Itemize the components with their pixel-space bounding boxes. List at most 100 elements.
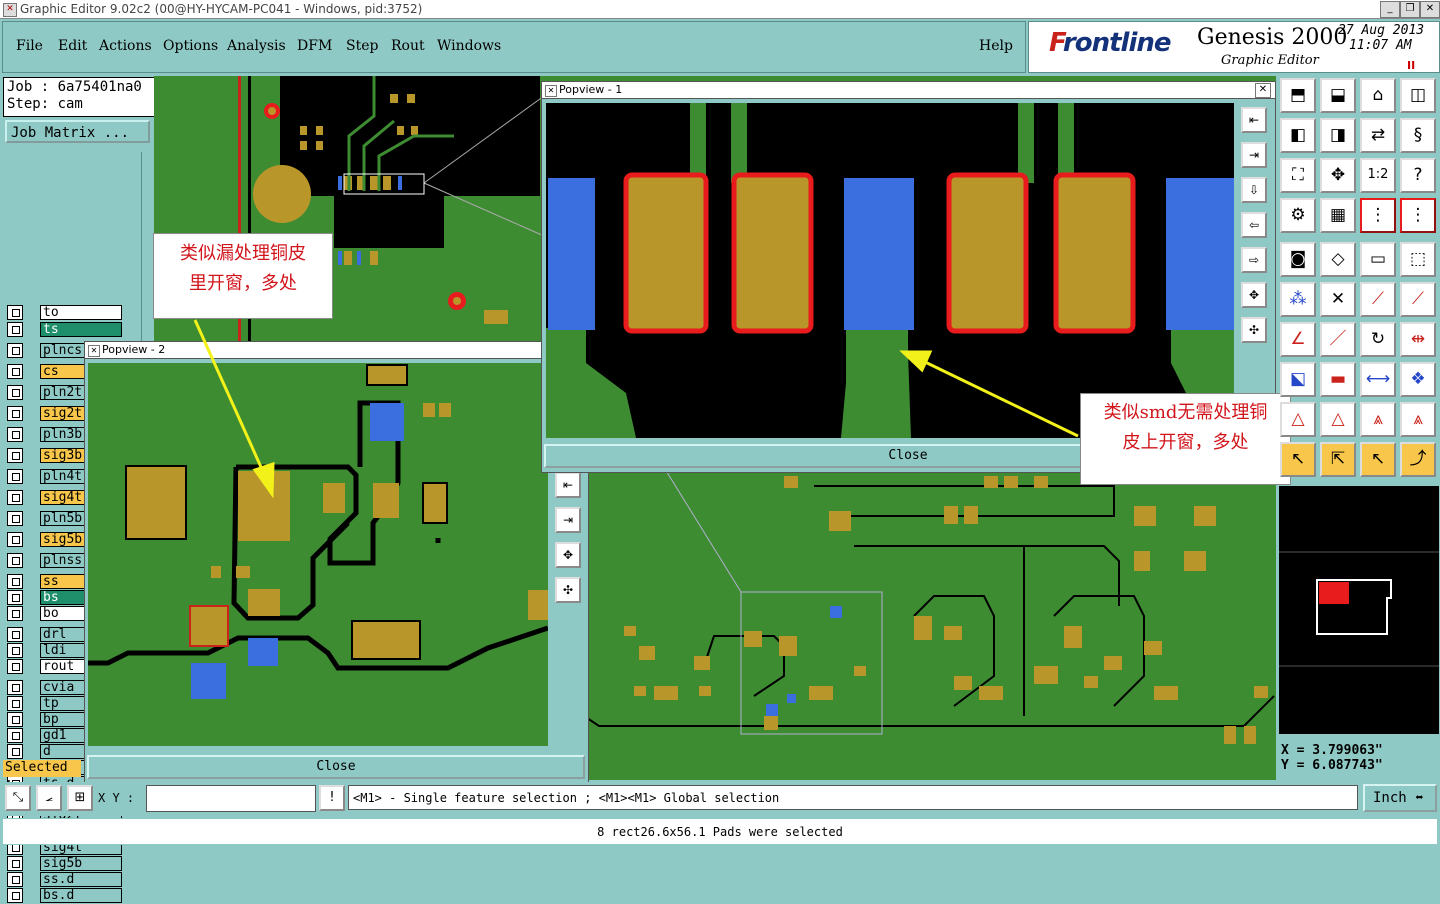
menu-windows[interactable]: Windows (437, 38, 501, 54)
layer-checkbox[interactable] (7, 659, 23, 674)
angle-tool-icon[interactable]: ⦟ (36, 785, 62, 811)
popview-zoom-out-button[interactable]: ⇥ (555, 507, 581, 533)
popview-prev-button[interactable]: ⇦ (1241, 212, 1267, 238)
menu-actions[interactable]: Actions (99, 38, 152, 54)
zoom-extents-icon[interactable]: ✥ (1320, 158, 1356, 193)
pan-right-icon[interactable]: ◨ (1320, 118, 1356, 153)
layer-checkbox[interactable] (7, 532, 23, 547)
job-matrix-button[interactable]: Job Matrix ... (5, 120, 150, 143)
ratio-icon[interactable]: 1:2 (1360, 158, 1396, 193)
layer-checkbox[interactable] (7, 744, 23, 759)
bar-icon[interactable]: ▬ (1320, 362, 1356, 397)
menu-rout[interactable]: Rout (391, 38, 425, 54)
popview-2-canvas[interactable] (88, 363, 548, 746)
layer-checkbox[interactable] (7, 305, 23, 320)
pan-left-icon[interactable]: ◧ (1280, 118, 1316, 153)
layer-checkbox[interactable] (7, 728, 23, 743)
popview-1-close-icon[interactable]: ✕ (1255, 83, 1271, 98)
layer-checkbox[interactable] (7, 511, 23, 526)
pointer-route-icon[interactable]: ⤴ (1400, 442, 1436, 477)
popview-2-close-button[interactable]: Close (87, 755, 585, 779)
snap-alt-icon[interactable]: ⋮ (1400, 198, 1436, 233)
overview-map[interactable] (1279, 486, 1439, 734)
layer-checkbox[interactable] (7, 322, 23, 337)
dotted-box-icon[interactable]: ⬚ (1400, 242, 1436, 277)
layer-checkbox[interactable] (7, 553, 23, 568)
popview-pan-button[interactable]: ✣ (555, 577, 581, 603)
measure-icon[interactable]: ⟷ (1360, 362, 1396, 397)
pointer-select-icon[interactable]: ↖ (1360, 442, 1396, 477)
layer-checkbox[interactable] (7, 364, 23, 379)
layer-checkbox[interactable] (7, 696, 23, 711)
ruler-icon[interactable]: ▭ (1360, 242, 1396, 277)
popview-pan-button[interactable]: ✣ (1241, 317, 1267, 343)
popview-next-button[interactable]: ⇨ (1241, 247, 1267, 273)
layer-checkbox[interactable] (7, 627, 23, 642)
layer-checkbox[interactable] (7, 448, 23, 463)
layer-checkbox[interactable] (7, 406, 23, 421)
layer-checkbox[interactable] (7, 469, 23, 484)
swap-icon[interactable]: ⇄ (1360, 118, 1396, 153)
layer-checkbox[interactable] (7, 606, 23, 621)
menu-edit[interactable]: Edit (58, 38, 87, 54)
layer-checkbox[interactable] (7, 385, 23, 400)
zoom-fit-icon[interactable]: ⛶ (1280, 158, 1316, 193)
layer-name[interactable]: sig5b (40, 856, 122, 871)
angle-icon[interactable]: ∠ (1280, 322, 1316, 357)
layer-checkbox[interactable] (7, 643, 23, 658)
minimize-button[interactable]: _ (1380, 1, 1400, 18)
popview-zoom-in-button[interactable]: ⇤ (555, 472, 581, 498)
split-view-icon[interactable]: ◫ (1400, 78, 1436, 113)
rotate-icon[interactable]: ↻ (1360, 322, 1396, 357)
popview-2-titlebar[interactable]: ✕ Popview - 2 (85, 342, 588, 359)
grid-toggle-icon[interactable]: ⊞ (67, 785, 93, 811)
maximize-button[interactable]: ❐ (1400, 1, 1420, 18)
zoom-window-icon[interactable]: ⤡ (5, 785, 31, 811)
snap-icon[interactable]: ⋮ (1360, 198, 1396, 233)
menu-analysis[interactable]: Analysis (227, 38, 286, 54)
popview-1-canvas[interactable] (546, 103, 1234, 438)
menu-dfm[interactable]: DFM (297, 38, 332, 54)
menu-file[interactable]: File (16, 38, 43, 54)
slash-icon[interactable]: ／ (1320, 322, 1356, 357)
popview-fit-button[interactable]: ✥ (1241, 282, 1267, 308)
line-point-icon[interactable]: ⟋ (1360, 282, 1396, 317)
triangle-c-icon[interactable]: ⩓ (1400, 402, 1436, 437)
grid-icon[interactable]: ▦ (1320, 198, 1356, 233)
menu-help[interactable]: Help (979, 38, 1013, 54)
layer-checkbox[interactable] (7, 590, 23, 605)
layer-checkbox[interactable] (7, 427, 23, 442)
xy-input[interactable] (146, 785, 316, 812)
layer-name[interactable]: ts (40, 322, 122, 337)
popview-zoom-in-button[interactable]: ⇤ (1241, 107, 1267, 133)
mirror-icon[interactable]: ⇹ (1400, 322, 1436, 357)
pointer-icon[interactable]: ↖ (1280, 442, 1316, 477)
triangle-b-icon[interactable]: ⩓ (1360, 402, 1396, 437)
unit-selector[interactable]: Inch ⬌ (1363, 784, 1437, 812)
close-button[interactable]: ✕ (1420, 1, 1440, 18)
settings-sliders-icon[interactable]: ⚙ (1280, 198, 1316, 233)
layer-checkbox[interactable] (7, 680, 23, 695)
line-point-alt-icon[interactable]: ⟋ (1400, 282, 1436, 317)
layer-checkbox[interactable] (7, 872, 23, 887)
house-icon[interactable]: ⌂ (1360, 78, 1396, 113)
layer-checkbox[interactable] (7, 490, 23, 505)
pause-icon[interactable]: II (1407, 59, 1415, 72)
triangle-alt-icon[interactable]: △ (1320, 402, 1356, 437)
s-curve-icon[interactable]: § (1400, 118, 1436, 153)
alert-icon[interactable]: ! (319, 785, 345, 811)
pointer-box-icon[interactable]: ⇱ (1320, 442, 1356, 477)
help-query-icon[interactable]: ? (1400, 158, 1436, 193)
menu-options[interactable]: Options (163, 38, 218, 54)
zoom-down-icon[interactable]: ⬓ (1320, 78, 1356, 113)
popview-1-titlebar[interactable]: ✕ Popview - 1 ✕ (542, 82, 1275, 99)
popview-zoom-out-button[interactable]: ⇥ (1241, 142, 1267, 168)
move-icon[interactable]: ⬕ (1280, 362, 1316, 397)
layer-checkbox[interactable] (7, 343, 23, 358)
layer-checkbox[interactable] (7, 574, 23, 589)
layer-checkbox[interactable] (7, 856, 23, 871)
layer-name[interactable]: ss.d (40, 872, 122, 887)
triangle-icon[interactable]: △ (1280, 402, 1316, 437)
layer-name[interactable]: bs.d (40, 888, 122, 903)
cross-icon[interactable]: ✕ (1320, 282, 1356, 317)
